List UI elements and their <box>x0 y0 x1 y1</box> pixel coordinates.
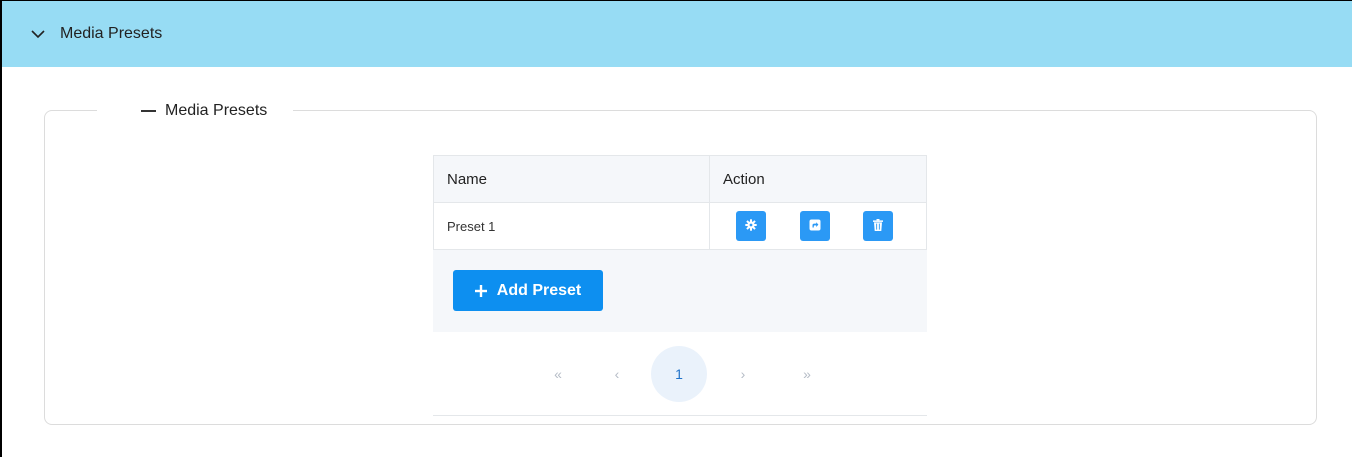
presets-grid: Name Action Preset 1 Add Preset « ‹ 1 › … <box>433 155 928 416</box>
legend-title: Media Presets <box>165 102 268 119</box>
first-page-button[interactable]: « <box>530 346 586 402</box>
pagination: « ‹ 1 › » <box>433 332 927 416</box>
last-page-button[interactable]: » <box>779 346 835 402</box>
delete-preset-button[interactable] <box>863 211 894 241</box>
page-1-button[interactable]: 1 <box>651 346 707 402</box>
edit-preset-button[interactable] <box>736 211 766 241</box>
collapse-dash-icon <box>141 110 156 112</box>
table-row: Preset 1 <box>433 202 927 250</box>
fieldset-legend[interactable]: Media Presets <box>97 101 294 121</box>
column-header-action: Action <box>709 155 927 203</box>
presets-table: Name Action Preset 1 <box>433 155 927 250</box>
recall-preset-button[interactable] <box>799 211 830 241</box>
add-preset-label: Add Preset <box>496 281 582 299</box>
preset-actions-cell <box>709 202 927 250</box>
external-link-icon <box>809 219 821 234</box>
trash-icon <box>873 218 884 234</box>
chevron-down-icon <box>30 26 46 42</box>
next-page-button[interactable]: › <box>715 346 771 402</box>
grid-toolbar: Add Preset <box>433 250 927 332</box>
accordion-title: Media Presets <box>60 25 163 42</box>
accordion-header-media-presets[interactable]: Media Presets <box>2 1 1352 67</box>
gear-icon <box>745 218 757 234</box>
preset-name-cell: Preset 1 <box>433 202 710 250</box>
plus-icon <box>474 281 487 301</box>
table-header-row: Name Action <box>433 155 927 203</box>
previous-page-button[interactable]: ‹ <box>589 346 645 402</box>
add-preset-button[interactable]: Add Preset <box>453 270 603 311</box>
column-header-name: Name <box>433 155 710 203</box>
